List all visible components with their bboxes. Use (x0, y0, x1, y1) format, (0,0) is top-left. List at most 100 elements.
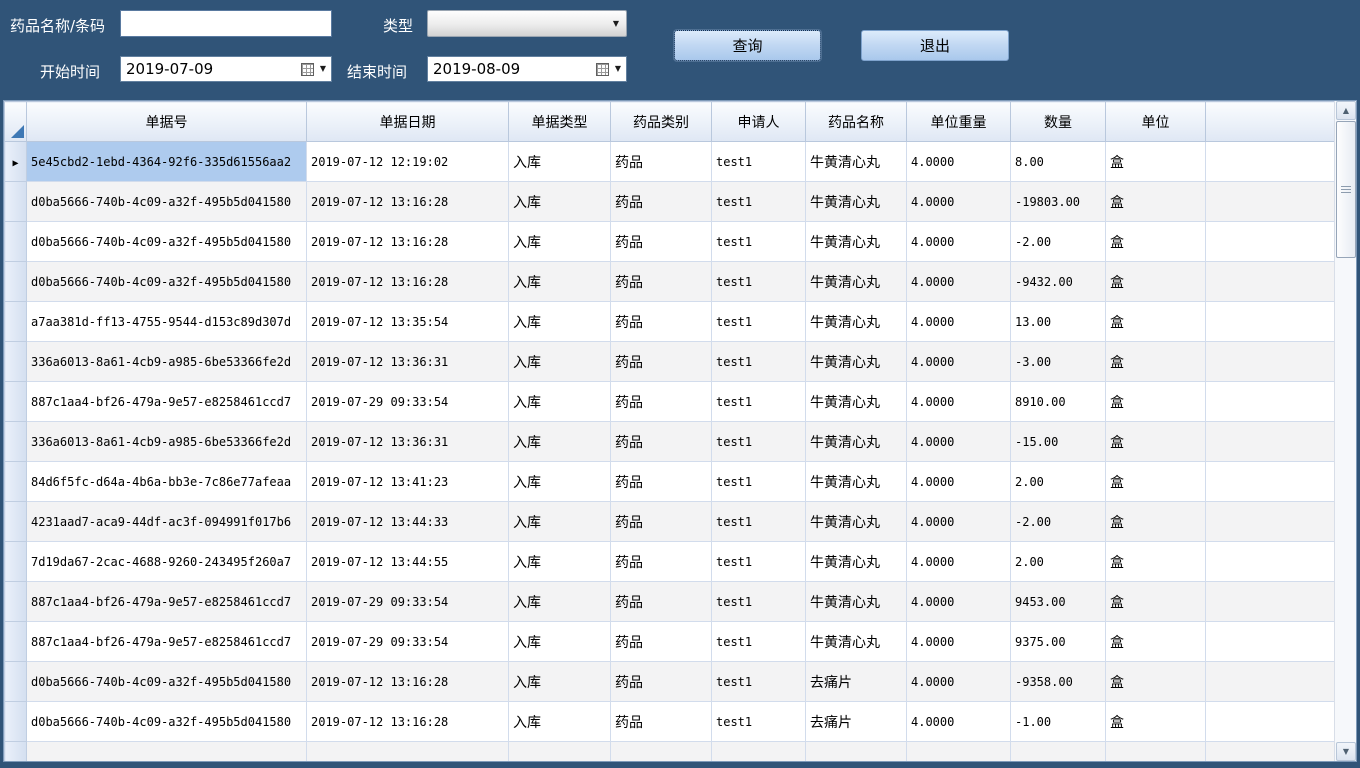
grid-cell[interactable]: 牛黄清心丸 (806, 142, 907, 182)
grid-cell[interactable]: 去痛片 (806, 702, 907, 742)
grid-cell[interactable]: 药品 (611, 622, 712, 662)
grid-cell[interactable]: test1 (712, 462, 806, 502)
row-header[interactable] (5, 702, 27, 742)
row-header[interactable] (5, 302, 27, 342)
row-header[interactable] (5, 582, 27, 622)
grid-cell[interactable]: 药品 (611, 222, 712, 262)
grid-cell[interactable]: 入库 (509, 462, 611, 502)
grid-cell[interactable]: 牛黄清心丸 (806, 422, 907, 462)
grid-cell[interactable]: 牛黄清心丸 (806, 502, 907, 542)
grid-cell[interactable]: 336a6013-8a61-4cb9-a985-6be53366fe2d (27, 422, 307, 462)
grid-cell[interactable]: 2.00 (1011, 462, 1106, 502)
table-row[interactable]: 887c1aa4-bf26-479a-9e57-e8258461ccd72019… (5, 622, 1336, 662)
grid-cell[interactable]: 4.0000 (907, 422, 1011, 462)
column-header[interactable]: 数量 (1011, 102, 1106, 142)
grid-cell[interactable]: 2019-07-12 13:44:33 (307, 502, 509, 542)
grid-cell[interactable]: 药品 (611, 422, 712, 462)
grid-cell[interactable]: 入库 (509, 342, 611, 382)
grid-cell[interactable]: test1 (712, 182, 806, 222)
row-header[interactable] (5, 342, 27, 382)
grid-cell[interactable]: test1 (712, 302, 806, 342)
column-header[interactable]: 药品名称 (806, 102, 907, 142)
grid-cell[interactable]: d0ba5666-740b-4c09-a32f-495b5d041580 (27, 702, 307, 742)
table-row[interactable]: ▶5e45cbd2-1ebd-4364-92f6-335d61556aa2201… (5, 142, 1336, 182)
grid-cell[interactable]: 盒 (1106, 542, 1206, 582)
grid-cell[interactable]: 盒 (1106, 582, 1206, 622)
grid-cell[interactable]: 2019-07-12 13:16:28 (307, 182, 509, 222)
row-header[interactable] (5, 222, 27, 262)
table-row[interactable]: a7aa381d-ff13-4755-9544-d153c89d307d2019… (5, 302, 1336, 342)
grid-cell[interactable]: 2019-07-12 12:19:02 (307, 142, 509, 182)
grid-cell[interactable]: 4.0000 (907, 702, 1011, 742)
grid-cell[interactable]: 5e45cbd2-1ebd-4364-92f6-335d61556aa2 (27, 142, 307, 182)
grid-cell[interactable]: 入库 (509, 422, 611, 462)
grid-cell[interactable]: test1 (712, 622, 806, 662)
column-header[interactable]: 单位重量 (907, 102, 1011, 142)
vertical-scrollbar[interactable]: ▲ ▼ (1334, 101, 1356, 761)
grid-cell[interactable]: 8910.00 (1011, 382, 1106, 422)
grid-cell[interactable]: 入库 (509, 262, 611, 302)
column-header[interactable] (1206, 102, 1336, 142)
column-header[interactable]: 单位 (1106, 102, 1206, 142)
grid-cell[interactable]: 入库 (509, 542, 611, 582)
column-header[interactable]: 单据日期 (307, 102, 509, 142)
grid-cell[interactable]: 药品 (611, 142, 712, 182)
grid-cell[interactable]: test1 (712, 662, 806, 702)
grid-cell[interactable]: test1 (712, 262, 806, 302)
grid-cell[interactable]: test1 (712, 422, 806, 462)
grid-cell[interactable]: 去痛片 (806, 662, 907, 702)
grid-cell[interactable]: 盒 (1106, 302, 1206, 342)
row-header[interactable] (5, 462, 27, 502)
select-all-corner[interactable] (5, 102, 27, 142)
grid-cell[interactable]: 9453.00 (1011, 582, 1106, 622)
grid-cell[interactable]: d0ba5666-740b-4c09-a32f-495b5d041580 (27, 222, 307, 262)
end-date-picker[interactable]: 2019-08-09 ▼ (427, 56, 627, 82)
row-header[interactable] (5, 382, 27, 422)
grid-cell[interactable]: test1 (712, 222, 806, 262)
table-row[interactable]: 84d6f5fc-d64a-4b6a-bb3e-7c86e77afeaa2019… (5, 462, 1336, 502)
scrollbar-thumb[interactable] (1336, 121, 1356, 258)
grid-cell[interactable]: 4.0000 (907, 462, 1011, 502)
table-row[interactable]: 887c1aa4-bf26-479a-9e57-e8258461ccd72019… (5, 582, 1336, 622)
grid-cell[interactable]: 2019-07-12 13:44:55 (307, 542, 509, 582)
grid-cell[interactable]: 2019-07-12 13:16:28 (307, 702, 509, 742)
grid-cell[interactable]: 4.0000 (907, 302, 1011, 342)
column-header[interactable]: 单据类型 (509, 102, 611, 142)
grid-cell[interactable]: test1 (712, 502, 806, 542)
grid-cell[interactable]: 4.0000 (907, 382, 1011, 422)
grid-cell[interactable]: 4.0000 (907, 262, 1011, 302)
grid-cell[interactable]: 4.0000 (907, 142, 1011, 182)
grid-cell[interactable]: 入库 (509, 142, 611, 182)
grid-cell[interactable]: 盒 (1106, 462, 1206, 502)
grid-cell[interactable]: 4231aad7-aca9-44df-ac3f-094991f017b6 (27, 502, 307, 542)
row-header[interactable] (5, 262, 27, 302)
grid-cell[interactable]: 336a6013-8a61-4cb9-a985-6be53366fe2d (27, 342, 307, 382)
grid-cell[interactable]: 牛黄清心丸 (806, 382, 907, 422)
grid-cell[interactable]: -15.00 (1011, 422, 1106, 462)
grid-cell[interactable]: 4.0000 (907, 582, 1011, 622)
grid-cell[interactable]: 入库 (509, 582, 611, 622)
grid-cell[interactable]: 入库 (509, 502, 611, 542)
row-header[interactable] (5, 542, 27, 582)
grid-cell[interactable]: 7d19da67-2cac-4688-9260-243495f260a7 (27, 542, 307, 582)
table-row[interactable]: d0ba5666-740b-4c09-a32f-495b5d0415802019… (5, 702, 1336, 742)
row-header[interactable] (5, 422, 27, 462)
grid-cell[interactable]: 牛黄清心丸 (806, 222, 907, 262)
grid-cell[interactable]: 盒 (1106, 662, 1206, 702)
grid-cell[interactable]: 盒 (1106, 222, 1206, 262)
grid-cell[interactable]: test1 (712, 542, 806, 582)
grid-cell[interactable]: 盒 (1106, 382, 1206, 422)
grid-cell[interactable]: 药品 (611, 342, 712, 382)
row-header[interactable]: ▶ (5, 142, 27, 182)
grid-cell[interactable]: 2019-07-29 09:33:54 (307, 582, 509, 622)
grid-cell[interactable]: 盒 (1106, 702, 1206, 742)
grid-cell[interactable]: 84d6f5fc-d64a-4b6a-bb3e-7c86e77afeaa (27, 462, 307, 502)
grid-cell[interactable]: 药品 (611, 262, 712, 302)
row-header[interactable] (5, 662, 27, 702)
grid-cell[interactable]: 药品 (611, 302, 712, 342)
grid-cell[interactable]: d0ba5666-740b-4c09-a32f-495b5d041580 (27, 182, 307, 222)
grid-cell[interactable]: 药品 (611, 182, 712, 222)
grid-cell[interactable]: 牛黄清心丸 (806, 462, 907, 502)
grid-cell[interactable]: d0ba5666-740b-4c09-a32f-495b5d041580 (27, 662, 307, 702)
grid-cell[interactable]: 盒 (1106, 262, 1206, 302)
